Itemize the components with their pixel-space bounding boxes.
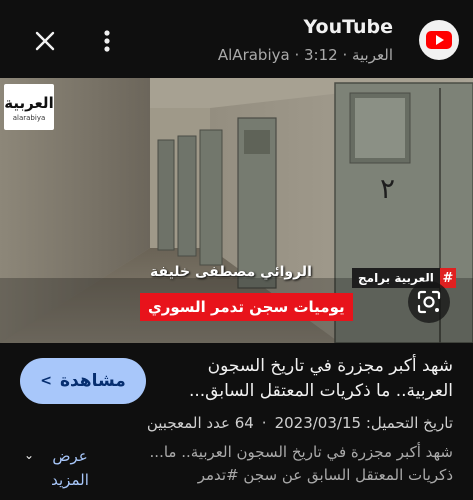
close-button[interactable]: [30, 26, 60, 56]
watermark-title: العربية: [4, 94, 54, 112]
video-title: شهد أكبر مجزرة في تاريخ السجون العربية..…: [188, 356, 453, 401]
guest-name-caption: الروائي مصطفى خليفة: [150, 264, 312, 280]
upload-date: تاريخ التحميل: 2023/03/15: [274, 414, 453, 432]
watch-button-label: مشاهدة: [59, 371, 126, 391]
watermark-subtitle: alarabiya: [12, 114, 46, 122]
show-more-label: عرض المزيد: [51, 447, 89, 489]
more-options-button[interactable]: [96, 26, 118, 56]
app-title: YouTube: [303, 16, 393, 38]
lens-icon: [417, 290, 441, 314]
channel-duration-line: AlArabiya · العربية · 3:12: [217, 46, 393, 64]
video-description: شهد أكبر مجزرة في تاريخ السجون العربية..…: [149, 443, 453, 484]
door-number: ٢: [380, 172, 395, 205]
more-vert-icon: [104, 30, 110, 52]
channel-watermark-logo: العربية alarabiya: [4, 84, 54, 130]
video-thumbnail[interactable]: ٢ العربية alarabiya الروائي مصطفى خليفة …: [0, 78, 473, 343]
watch-button[interactable]: < مشاهدة: [20, 358, 146, 404]
close-icon: [35, 31, 55, 51]
chevron-down-icon: ⌄: [24, 448, 35, 462]
meta-separator: ·: [261, 414, 267, 432]
youtube-logo-icon[interactable]: [419, 20, 459, 60]
header-bar: YouTube AlArabiya · العربية · 3:12: [0, 0, 473, 78]
episode-title-banner: يوميات سجن تدمر السوري: [140, 293, 353, 321]
likes-count: 64 عدد المعجبين: [146, 414, 254, 432]
lens-button[interactable]: [408, 281, 450, 323]
show-more-button[interactable]: ⌄ عرض المزيد: [20, 444, 100, 494]
video-meta: تاريخ التحميل: 2023/03/15 · 64 عدد المعجبي…: [147, 414, 453, 432]
chevron-left-icon: <: [40, 373, 52, 389]
